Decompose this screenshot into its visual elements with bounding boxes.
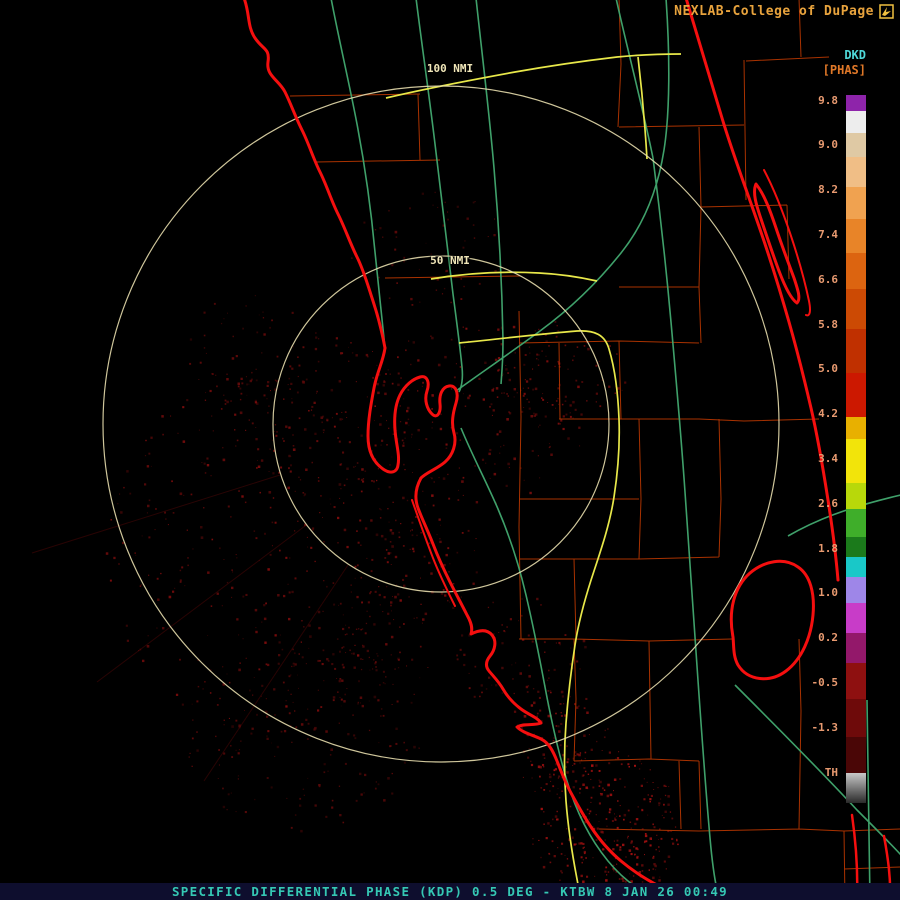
colorbar-segment bbox=[846, 603, 866, 633]
colorbar-tick-9.0: 9.0 bbox=[818, 138, 838, 151]
road-central-long bbox=[458, 330, 621, 900]
colorbar-segment bbox=[846, 663, 866, 699]
colorbar-segment bbox=[846, 483, 866, 509]
colorbar-tick-1.8: 1.8 bbox=[818, 542, 838, 555]
colorbar-tick-5.8: 5.8 bbox=[818, 318, 838, 331]
colorbar-segment bbox=[846, 439, 866, 483]
radar-display: 100 NMI 50 NMI NEXLAB-College of DuPage … bbox=[0, 0, 900, 900]
cod-logo-icon bbox=[879, 4, 894, 19]
colorbar-segment bbox=[846, 187, 866, 219]
highway-east-vertical bbox=[652, 157, 721, 900]
map-canvas bbox=[31, 0, 900, 900]
radar-radial-artifacts bbox=[31, 474, 349, 782]
colorbar-tick-5.0: 5.0 bbox=[818, 362, 838, 375]
colorbar-segment bbox=[846, 133, 866, 157]
highway-west-3 bbox=[475, 0, 504, 385]
colorbar-tick-8.2: 8.2 bbox=[818, 183, 838, 196]
colorbar-tick-1.0: 1.0 bbox=[818, 586, 838, 599]
colorbar-tick-2.6: 2.6 bbox=[818, 497, 838, 510]
colorbar-segment bbox=[846, 329, 866, 373]
colorbar-segment bbox=[846, 111, 866, 133]
colorbar-segment bbox=[846, 537, 866, 557]
colorbar-tick-9.8: 9.8 bbox=[818, 94, 838, 107]
range-ring-100-label: 100 NMI bbox=[426, 62, 474, 75]
roads-yellow bbox=[385, 53, 682, 900]
colorbar-segment bbox=[846, 737, 866, 773]
highway-west-1 bbox=[330, 0, 386, 349]
colorbar-segment bbox=[846, 557, 866, 577]
road-ne-vertical bbox=[637, 56, 648, 160]
gulf-coastline-north bbox=[243, 0, 387, 350]
colorbar-segment bbox=[846, 253, 866, 289]
colorbar-segment bbox=[846, 699, 866, 737]
colorbar-tick--0.5: -0.5 bbox=[811, 676, 839, 689]
highway-right-edge bbox=[866, 699, 871, 900]
colorbar bbox=[846, 95, 866, 803]
colorbar-segment bbox=[846, 577, 866, 603]
road-north-diagonal bbox=[385, 53, 682, 99]
product-units: [PHAS] bbox=[822, 63, 866, 77]
colorbar-segment bbox=[846, 373, 866, 417]
status-bar: SPECIFIC DIFFERENTIAL PHASE (KDP) 0.5 DE… bbox=[0, 883, 900, 900]
colorbar-tick-4.2: 4.2 bbox=[818, 407, 838, 420]
colorbar-tick-6.6: 6.6 bbox=[818, 273, 838, 286]
highway-east-top bbox=[615, 0, 654, 159]
colorbar-tick-labels: 9.8 9.0 8.2 7.4 6.6 5.8 5.0 4.2 3.4 2.6 1.8 1.0 0.2 -… bbox=[794, 94, 839, 805]
radar-echoes bbox=[105, 191, 679, 883]
colorbar-segment bbox=[846, 633, 866, 663]
colorbar-segment bbox=[846, 289, 866, 329]
status-text: SPECIFIC DIFFERENTIAL PHASE (KDP) 0.5 DE… bbox=[171, 884, 728, 899]
colorbar-tick--1.3: -1.3 bbox=[811, 721, 839, 734]
colorbar-segment bbox=[846, 773, 866, 803]
gulf-coastline-south bbox=[414, 476, 699, 900]
colorbar-tick-7.4: 7.4 bbox=[818, 228, 838, 241]
colorbar-segment bbox=[846, 417, 866, 439]
colorbar-tick-0.2: 0.2 bbox=[818, 631, 838, 644]
site-title: NEXLAB-College of DuPage bbox=[674, 4, 874, 19]
colorbar-tick-TH: TH bbox=[824, 766, 838, 779]
tampa-bay-coastline bbox=[366, 346, 459, 480]
colorbar-tick-3.4: 3.4 bbox=[818, 452, 838, 465]
colorbar-segment bbox=[846, 95, 866, 111]
range-ring-50-label: 50 NMI bbox=[430, 254, 470, 267]
colorbar-segment bbox=[846, 157, 866, 187]
product-code: DKD bbox=[844, 48, 866, 62]
highway-west-2 bbox=[415, 0, 464, 393]
colorbar-segment bbox=[846, 509, 866, 537]
colorbar-segment bbox=[846, 219, 866, 253]
